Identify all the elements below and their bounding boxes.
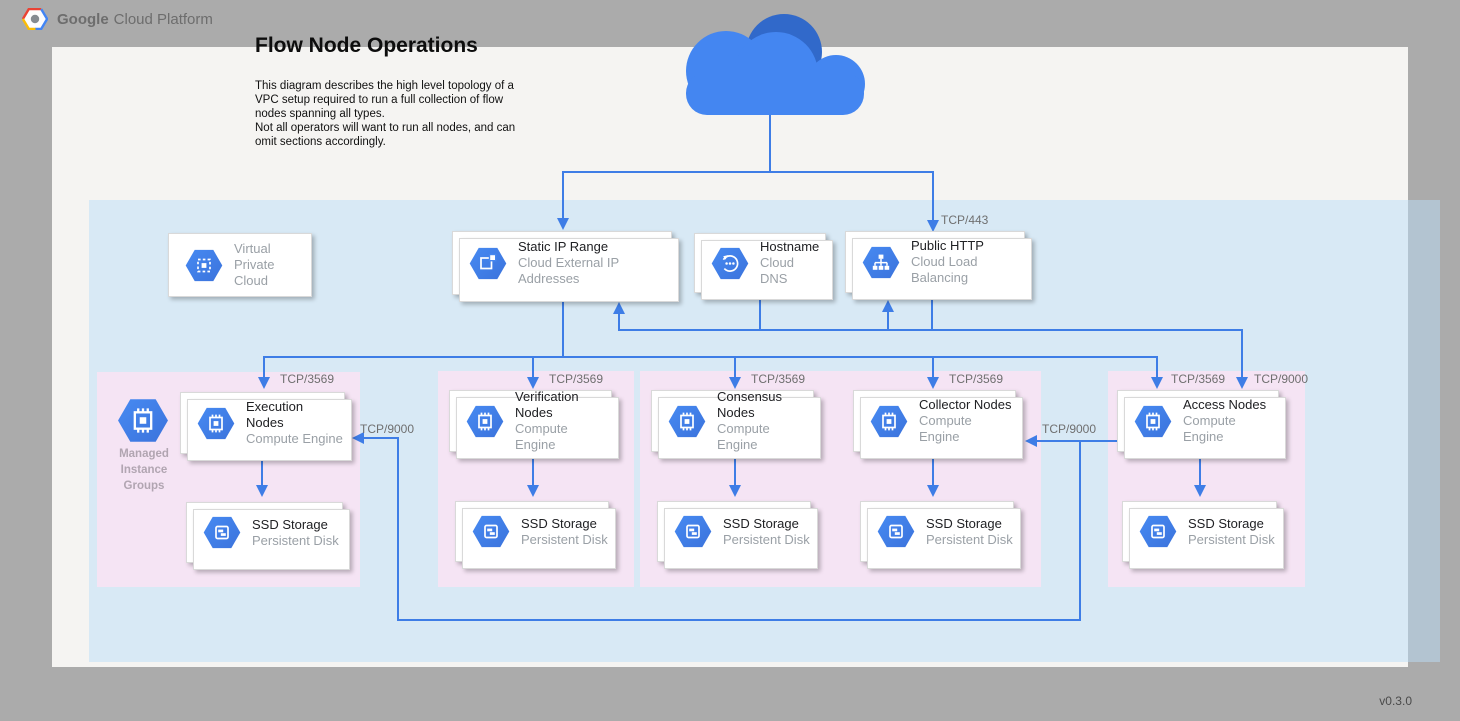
node-title: Collector Nodes — [919, 397, 1015, 413]
port-label-tcp9000-collector: TCP/9000 — [1042, 422, 1096, 436]
verification-ssd-card: SSD Storage Persistent Disk — [455, 501, 609, 562]
node-title: Verification Nodes — [515, 389, 611, 421]
compute-engine-icon — [197, 407, 235, 440]
port-label-tcp3569-execution: TCP/3569 — [280, 372, 334, 386]
persistent-disk-icon — [674, 515, 712, 548]
brand-text: Google Cloud Platform — [57, 11, 213, 28]
vpc-card-line2: Private Cloud — [234, 257, 311, 289]
port-label-tcp3569-consensus: TCP/3569 — [751, 372, 805, 386]
persistent-disk-icon — [877, 515, 915, 548]
verification-nodes-card: Verification Nodes Compute Engine — [449, 390, 612, 452]
ssd-subtitle: Persistent Disk — [521, 532, 608, 548]
ssd-title: SSD Storage — [252, 517, 339, 533]
port-label-tcp3569-access: TCP/3569 — [1171, 372, 1225, 386]
ssd-title: SSD Storage — [723, 516, 810, 532]
static-ip-subtitle: Cloud External IP Addresses — [518, 255, 671, 287]
public-http-title: Public HTTP — [911, 238, 1024, 254]
node-subtitle: Compute Engine — [246, 431, 344, 447]
port-label-tcp443: TCP/443 — [941, 213, 988, 227]
node-title: Execution Nodes — [246, 399, 344, 431]
persistent-disk-icon — [472, 515, 510, 548]
collector-nodes-card: Collector Nodes Compute Engine — [853, 390, 1016, 452]
port-label-tcp3569-verification: TCP/3569 — [549, 372, 603, 386]
cloud-dns-icon — [711, 247, 749, 280]
static-ip-title: Static IP Range — [518, 239, 671, 255]
brand-rest: Cloud Platform — [114, 11, 213, 28]
ssd-title: SSD Storage — [926, 516, 1013, 532]
compute-engine-icon — [870, 405, 908, 438]
access-ssd-card: SSD Storage Persistent Disk — [1122, 501, 1277, 562]
managed-instance-groups-label: Managed Instance Groups — [106, 446, 182, 494]
node-subtitle: Compute Engine — [717, 421, 813, 453]
compute-engine-icon — [1134, 405, 1172, 438]
public-http-card: Public HTTP Cloud Load Balancing — [845, 231, 1025, 293]
node-title: Consensus Nodes — [717, 389, 813, 421]
gcp-logo-icon — [22, 8, 48, 30]
ssd-subtitle: Persistent Disk — [926, 532, 1013, 548]
consensus-ssd-card: SSD Storage Persistent Disk — [657, 501, 811, 562]
node-title: Access Nodes — [1183, 397, 1278, 413]
persistent-disk-icon — [203, 516, 241, 549]
port-label-tcp9000-access: TCP/9000 — [1254, 372, 1308, 386]
public-http-subtitle: Cloud Load Balancing — [911, 254, 1024, 286]
external-ip-icon — [469, 247, 507, 280]
persistent-disk-icon — [1139, 515, 1177, 548]
collector-ssd-card: SSD Storage Persistent Disk — [860, 501, 1014, 562]
node-subtitle: Compute Engine — [919, 413, 1015, 445]
vpc-card-line1: Virtual — [234, 241, 311, 257]
execution-ssd-card: SSD Storage Persistent Disk — [186, 502, 343, 563]
vpc-card: Virtual Private Cloud — [168, 233, 312, 297]
hostname-subtitle: Cloud DNS — [760, 255, 825, 287]
port-label-tcp9000-execution: TCP/9000 — [360, 422, 414, 436]
ssd-subtitle: Persistent Disk — [723, 532, 810, 548]
compute-engine-icon — [466, 405, 504, 438]
ssd-subtitle: Persistent Disk — [252, 533, 339, 549]
ssd-title: SSD Storage — [521, 516, 608, 532]
node-subtitle: Compute Engine — [1183, 413, 1278, 445]
managed-instance-groups-icon — [117, 398, 169, 443]
ssd-subtitle: Persistent Disk — [1188, 532, 1275, 548]
brand-bold: Google — [57, 11, 109, 28]
ssd-title: SSD Storage — [1188, 516, 1275, 532]
hostname-title: Hostname — [760, 239, 825, 255]
compute-engine-icon — [668, 405, 706, 438]
node-subtitle: Compute Engine — [515, 421, 611, 453]
page-title: Flow Node Operations — [255, 34, 478, 58]
cloud-icon — [680, 10, 870, 115]
consensus-nodes-card: Consensus Nodes Compute Engine — [651, 390, 814, 452]
port-label-tcp3569-collector: TCP/3569 — [949, 372, 1003, 386]
access-nodes-card: Access Nodes Compute Engine — [1117, 390, 1279, 452]
version-label: v0.3.0 — [1379, 694, 1412, 708]
hostname-card: Hostname Cloud DNS — [694, 233, 826, 293]
diagram-stage: Google Cloud Platform Flow Node Operation… — [0, 0, 1460, 721]
page-description: This diagram describes the high level to… — [255, 79, 540, 149]
static-ip-card: Static IP Range Cloud External IP Addres… — [452, 231, 672, 295]
vpc-icon — [185, 249, 223, 282]
gcp-brand: Google Cloud Platform — [22, 8, 213, 30]
execution-nodes-card: Execution Nodes Compute Engine — [180, 392, 345, 454]
load-balancing-icon — [862, 246, 900, 279]
